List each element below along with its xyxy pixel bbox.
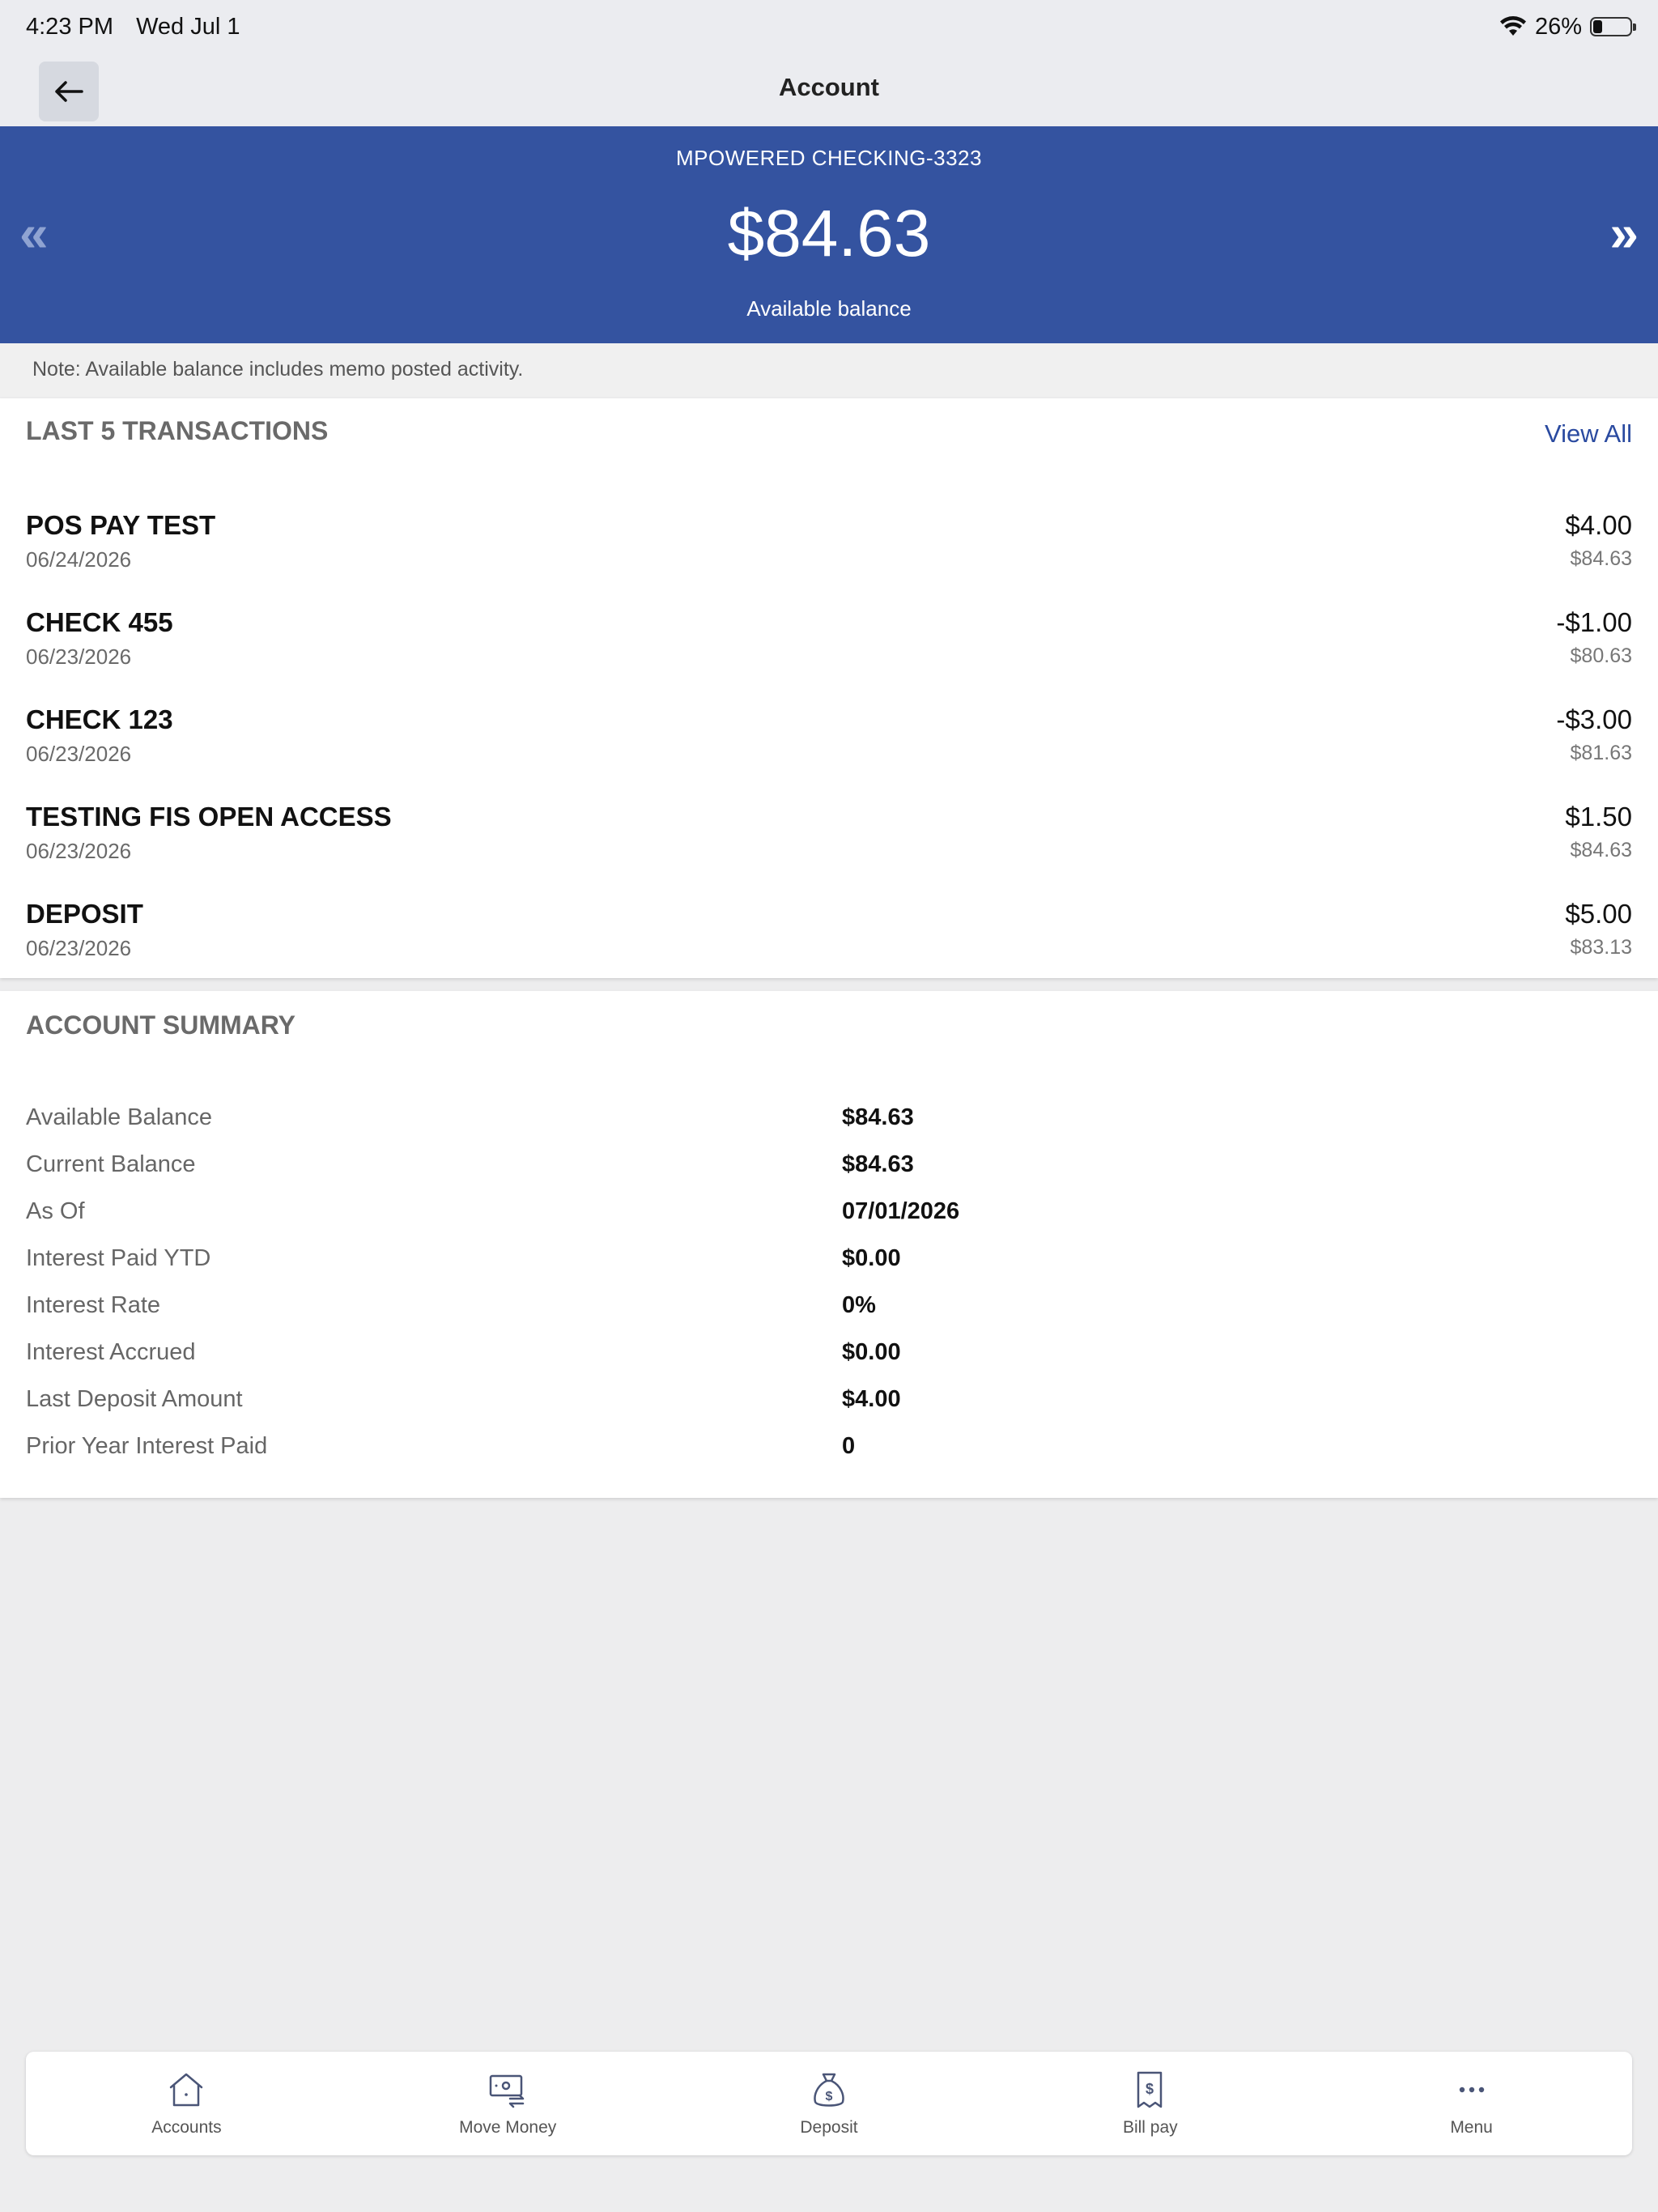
more-dots-icon — [1459, 2087, 1484, 2093]
transaction-running-balance: $84.63 — [1570, 839, 1632, 861]
page-title: Account — [779, 73, 879, 101]
view-all-link[interactable]: View All — [1545, 419, 1632, 449]
transaction-running-balance: $83.13 — [1570, 936, 1632, 959]
transaction-running-balance: $84.63 — [1570, 547, 1632, 570]
summary-value: $84.63 — [842, 1104, 914, 1130]
transaction-running-balance: $80.63 — [1570, 644, 1632, 667]
tab-move-money[interactable]: Move Money — [347, 2052, 669, 2155]
transaction-amount: -$1.00 — [1556, 607, 1632, 637]
summary-value: $4.00 — [842, 1386, 901, 1412]
summary-label: Interest Rate — [26, 1292, 161, 1318]
house-icon — [170, 2073, 203, 2107]
summary-value: $0.00 — [842, 1339, 901, 1365]
svg-text:$: $ — [826, 2090, 833, 2104]
summary-label: Prior Year Interest Paid — [26, 1433, 268, 1459]
status-left: 4:23 PM Wed Jul 1 — [26, 14, 256, 40]
bill-icon: $ — [1137, 2071, 1163, 2108]
summary-value: $84.63 — [842, 1151, 914, 1177]
summary-row: Prior Year Interest Paid 0 — [26, 1433, 1632, 1474]
transaction-date: 06/24/2026 — [26, 547, 132, 572]
svg-text:$: $ — [1146, 2081, 1154, 2097]
tab-bill-pay[interactable]: $ Bill pay — [989, 2052, 1311, 2155]
transaction-date: 06/23/2026 — [26, 644, 132, 669]
account-name: MPOWERED CHECKING-3323 — [676, 146, 982, 170]
summary-row: As Of 07/01/2026 — [26, 1198, 1632, 1239]
balance-note: Note: Available balance includes memo po… — [0, 343, 1658, 397]
tab-label: Bill pay — [1122, 2118, 1178, 2137]
summary-value: 0% — [842, 1292, 876, 1318]
transaction-name: CHECK 455 — [26, 607, 173, 637]
balance-banner: « MPOWERED CHECKING-3323 $84.63 Availabl… — [0, 126, 1658, 343]
summary-label: Interest Accrued — [26, 1339, 196, 1365]
money-bag-icon: $ — [814, 2073, 844, 2107]
summary-row: Interest Paid YTD $0.00 — [26, 1245, 1632, 1286]
transaction-date: 06/23/2026 — [26, 936, 132, 960]
transaction-row[interactable]: TESTING FIS OPEN ACCESS 06/23/2026 $1.50… — [26, 802, 1632, 899]
status-time: 4:23 PM — [26, 13, 113, 40]
transaction-name: CHECK 123 — [26, 704, 173, 734]
account-summary-card: ACCOUNT SUMMARY Available Balance $84.63… — [0, 991, 1658, 1498]
available-balance-amount: $84.63 — [727, 197, 931, 270]
transaction-name: DEPOSIT — [26, 899, 143, 929]
wifi-icon — [1499, 16, 1526, 36]
transaction-row[interactable]: DEPOSIT 06/23/2026 $5.00 $83.13 — [26, 899, 1632, 996]
summary-row: Interest Accrued $0.00 — [26, 1339, 1632, 1380]
status-bar: 4:23 PM Wed Jul 1 26% — [0, 0, 1658, 53]
summary-label: Available Balance — [26, 1104, 213, 1130]
transaction-amount: $4.00 — [1565, 510, 1632, 540]
tab-label: Menu — [1450, 2118, 1493, 2137]
next-account-button[interactable]: » — [1609, 207, 1639, 259]
summary-row: Last Deposit Amount $4.00 — [26, 1386, 1632, 1427]
transactions-title: LAST 5 TRANSACTIONS — [26, 416, 329, 445]
nav-bar: Account — [0, 53, 1658, 126]
transaction-amount: -$3.00 — [1556, 704, 1632, 734]
transaction-running-balance: $81.63 — [1570, 742, 1632, 764]
bottom-tab-bar: Accounts Move Money $ Deposit $ Bill pay — [26, 2052, 1632, 2155]
summary-label: Current Balance — [26, 1151, 196, 1177]
summary-label: Interest Paid YTD — [26, 1245, 211, 1271]
account-summary-title: ACCOUNT SUMMARY — [26, 1010, 296, 1040]
summary-value: 0 — [842, 1433, 856, 1459]
summary-row: Current Balance $84.63 — [26, 1151, 1632, 1192]
transactions-card: LAST 5 TRANSACTIONS View All POS PAY TES… — [0, 398, 1658, 978]
tab-label: Deposit — [800, 2118, 858, 2137]
tab-deposit[interactable]: $ Deposit — [669, 2052, 990, 2155]
transaction-date: 06/23/2026 — [26, 742, 132, 766]
money-transfer-icon — [489, 2074, 525, 2108]
tab-accounts[interactable]: Accounts — [26, 2052, 347, 2155]
transaction-amount: $5.00 — [1565, 899, 1632, 929]
transaction-date: 06/23/2026 — [26, 839, 132, 863]
battery-icon — [1590, 17, 1636, 36]
transaction-name: TESTING FIS OPEN ACCESS — [26, 802, 392, 832]
available-balance-label: Available balance — [746, 296, 912, 321]
tab-label: Accounts — [151, 2118, 222, 2137]
transaction-name: POS PAY TEST — [26, 510, 216, 540]
summary-row: Interest Rate 0% — [26, 1292, 1632, 1333]
summary-value: $0.00 — [842, 1245, 901, 1271]
battery-percent: 26% — [1534, 13, 1582, 40]
summary-row: Available Balance $84.63 — [26, 1104, 1632, 1145]
summary-label: As Of — [26, 1198, 85, 1224]
status-date: Wed Jul 1 — [136, 13, 240, 40]
transaction-row[interactable]: POS PAY TEST 06/24/2026 $4.00 $84.63 — [26, 510, 1632, 607]
tab-label: Move Money — [459, 2118, 557, 2137]
transaction-row[interactable]: CHECK 123 06/23/2026 -$3.00 $81.63 — [26, 704, 1632, 802]
transaction-amount: $1.50 — [1565, 802, 1632, 832]
tab-menu[interactable]: Menu — [1311, 2052, 1632, 2155]
summary-label: Last Deposit Amount — [26, 1386, 243, 1412]
status-right: 26% — [1499, 13, 1636, 40]
transaction-row[interactable]: CHECK 455 06/23/2026 -$1.00 $80.63 — [26, 607, 1632, 704]
summary-value: 07/01/2026 — [842, 1198, 960, 1224]
